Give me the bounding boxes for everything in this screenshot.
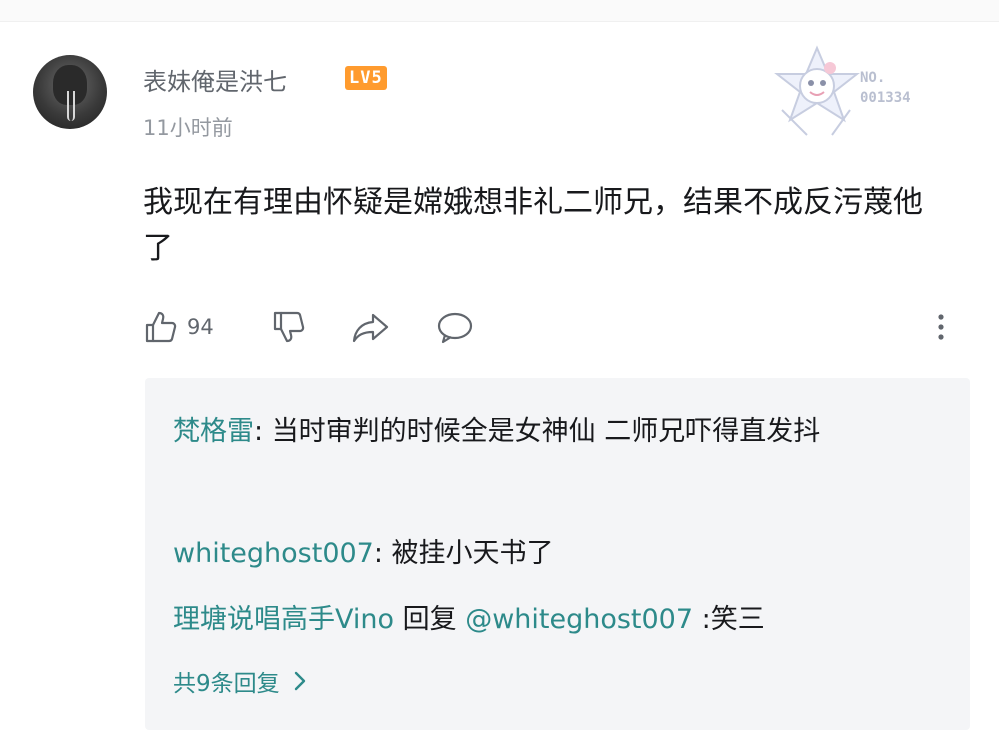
reply-count-label: 共9条回复 <box>173 671 280 697</box>
comment-actions: 94 <box>143 306 963 348</box>
share-button[interactable] <box>351 306 391 348</box>
reply-author[interactable]: whiteghost007 <box>173 538 374 569</box>
fan-badge-icon <box>774 45 860 136</box>
avatar[interactable] <box>33 55 107 129</box>
replies-preview: 梵格雷: 当时审判的时候全是女神仙 二师兄吓得直发抖 whiteghost007… <box>145 378 970 730</box>
fan-badge-number: NO. 001334 <box>860 68 911 108</box>
reply-author[interactable]: 梵格雷 <box>173 416 254 447</box>
more-vertical-icon <box>938 314 944 340</box>
reply-author[interactable]: 理塘说唱高手Vino <box>173 604 394 635</box>
avatar-necklace <box>67 91 75 121</box>
reply-text: 当时审判的时候全是女神仙 二师兄吓得直发抖 <box>271 416 821 447</box>
share-icon <box>352 313 389 343</box>
reply-mention[interactable]: @whiteghost007 <box>465 604 693 635</box>
comment-bubble-icon <box>437 312 473 344</box>
fan-badge-digits: 001334 <box>860 90 911 106</box>
reply-text: 被挂小天书了 <box>391 538 554 569</box>
reply-separator: : <box>254 416 272 447</box>
chevron-right-icon <box>294 671 305 691</box>
reply-middle: 回复 <box>394 604 466 635</box>
top-divider <box>0 0 999 22</box>
reply-text: :笑三 <box>693 604 765 635</box>
comment-timestamp: 11小时前 <box>143 116 233 140</box>
level-badge: LV5 <box>345 66 387 90</box>
reply-item[interactable]: 理塘说唱高手Vino 回复 @whiteghost007 :笑三 <box>173 598 933 642</box>
view-all-replies-link[interactable]: 共9条回复 <box>173 664 312 698</box>
like-count: 94 <box>187 315 214 339</box>
comment-text: 我现在有理由怀疑是嫦娥想非礼二师兄，结果不成反污蔑他了 <box>143 185 923 266</box>
comment-username[interactable]: 表妹俺是洪七 <box>143 62 287 97</box>
reply-item[interactable]: whiteghost007: 被挂小天书了 <box>173 532 933 576</box>
fan-badge-no: NO. <box>860 70 886 86</box>
reply-button[interactable] <box>435 306 475 348</box>
dislike-button[interactable] <box>271 306 307 348</box>
more-button[interactable] <box>935 306 947 348</box>
fan-badge-stamp: NO. 001334 <box>762 40 942 140</box>
reply-separator: : <box>373 538 392 569</box>
reply-item[interactable]: 梵格雷: 当时审判的时候全是女神仙 二师兄吓得直发抖 <box>173 410 933 454</box>
thumbs-up-icon <box>145 311 177 343</box>
like-button[interactable]: 94 <box>143 306 214 348</box>
thumbs-down-icon <box>273 311 305 343</box>
